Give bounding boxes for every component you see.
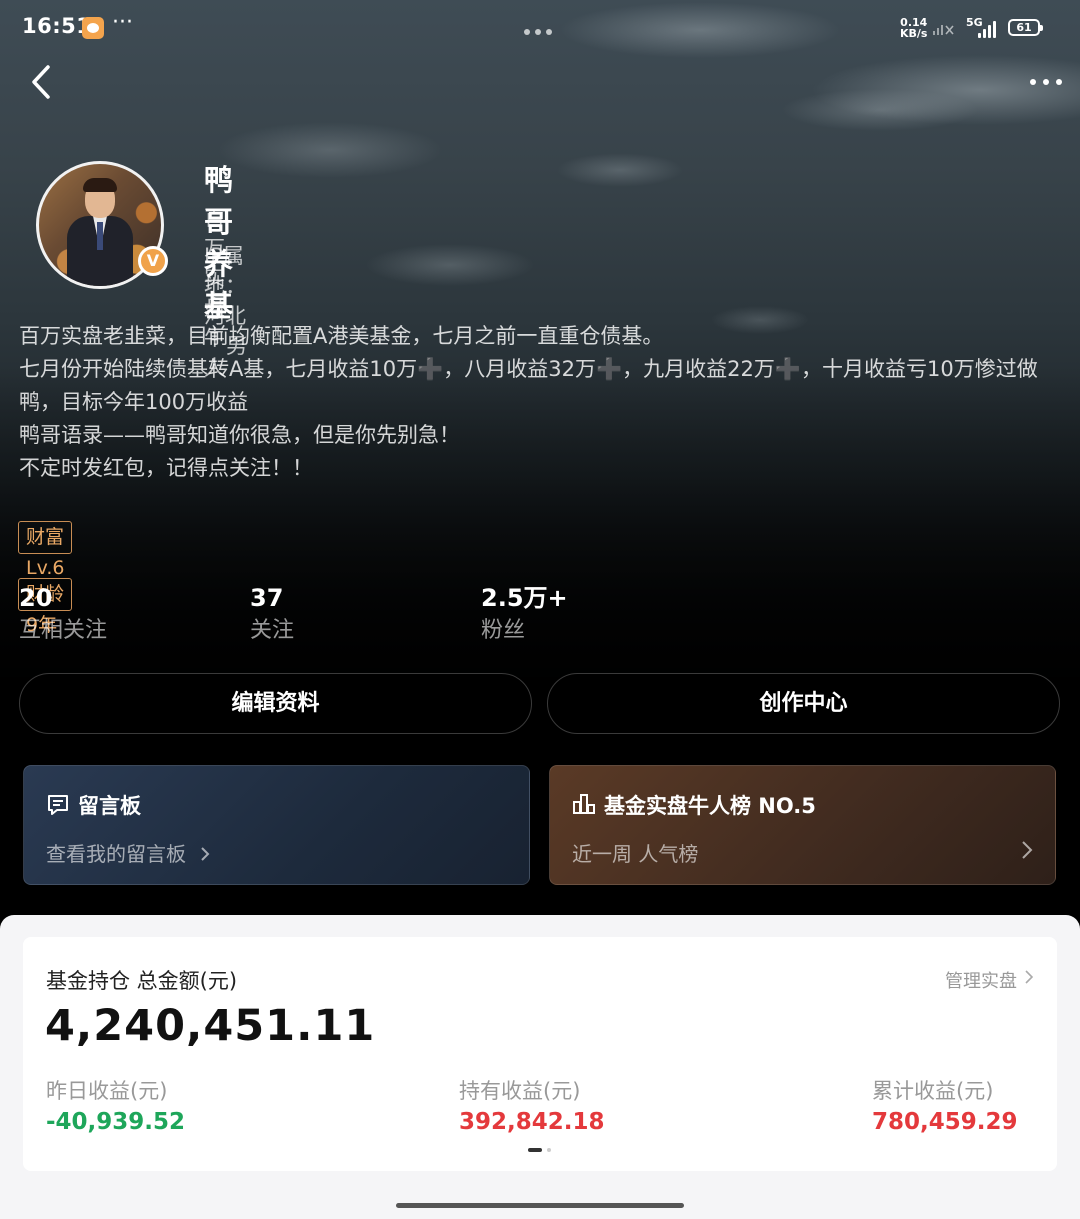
fund-holdings-title: 基金持仓 总金额(元) <box>46 969 238 993</box>
creator-center-button[interactable]: 创作中心 <box>547 673 1060 734</box>
status-bar: 16:51 ··· 0.14 KB/s 5G 61 <box>0 0 1080 56</box>
holding-profit: 持有收益(元) 392,842.18 <box>459 1077 605 1139</box>
page-indicator-dots-icon <box>524 20 558 35</box>
yesterday-profit-value: -40,939.52 <box>46 1109 186 1135</box>
ranking-subtitle: 近一周 人气榜 <box>572 842 699 866</box>
chevron-right-icon <box>201 847 210 861</box>
ip-location-text: IP属地：河北 <box>204 244 246 328</box>
profile-bio: 百万实盘老韭菜，目前均衡配置A港美基金，七月之前一直重仓债基。 七月份开始陆续债… <box>19 320 1069 485</box>
profile-stats: 20 互相关注 37 关注 2.5万+ 粉丝 <box>19 583 1069 653</box>
message-board-title: 留言板 <box>78 794 141 818</box>
stat-label: 粉丝 <box>481 618 526 643</box>
stat-followers[interactable]: 2.5万+ 粉丝 <box>481 583 568 649</box>
stat-number: 2.5万+ <box>481 584 568 612</box>
chevron-right-icon <box>1025 970 1033 984</box>
chevron-left-icon <box>32 65 50 99</box>
more-horizontal-icon <box>1030 79 1036 85</box>
cumulative-profit: 累计收益(元) 780,459.29 <box>872 1077 1018 1139</box>
stat-label: 关注 <box>250 618 295 643</box>
network-speed-unit: KB/s <box>900 27 928 40</box>
carousel-pager <box>528 1147 558 1153</box>
home-indicator[interactable] <box>396 1203 684 1208</box>
stat-following[interactable]: 37 关注 <box>250 583 294 649</box>
more-options-button[interactable] <box>1024 66 1068 96</box>
cumulative-profit-value: 780,459.29 <box>872 1109 1018 1135</box>
ranking-title: 基金实盘牛人榜 NO.5 <box>604 794 816 818</box>
stat-mutual-follow[interactable]: 20 互相关注 <box>19 583 107 649</box>
stat-number: 20 <box>19 584 53 612</box>
signal-icon <box>978 20 1002 38</box>
message-board-card[interactable]: 留言板 查看我的留言板 <box>23 765 530 885</box>
fund-total-amount: 4,240,451.11 <box>45 1001 376 1051</box>
bio-line: 七月份开始陆续债基转A基，七月收益10万➕，八月收益32万➕，九月收益22万➕，… <box>19 357 1038 414</box>
yesterday-profit: 昨日收益(元) -40,939.52 <box>46 1077 185 1139</box>
message-board-icon <box>48 795 68 815</box>
chevron-right-icon <box>1022 841 1033 859</box>
verified-badge-icon: V <box>138 246 168 276</box>
wifi-off-icon <box>933 25 954 35</box>
battery-icon: 61 <box>1008 19 1043 36</box>
pager-dot <box>547 1148 551 1152</box>
more-dots-icon: ··· <box>112 10 133 35</box>
ranking-card[interactable]: 基金实盘牛人榜 NO.5 近一周 人气榜 <box>549 765 1056 885</box>
pager-dot-active <box>528 1148 542 1152</box>
message-board-subtitle-text: 查看我的留言板 <box>46 842 186 866</box>
manage-holdings-link[interactable]: 管理实盘 <box>945 967 1017 993</box>
app-notification-icon <box>82 17 104 39</box>
yesterday-profit-label: 昨日收益(元) <box>46 1079 168 1103</box>
stat-number: 37 <box>250 584 284 612</box>
status-time: 16:51 <box>22 14 92 38</box>
holding-profit-value: 392,842.18 <box>459 1109 605 1135</box>
bio-line: 鸭哥语录——鸭哥知道你很急，但是你先别急！ <box>19 423 460 447</box>
back-button[interactable] <box>22 62 62 102</box>
wealth-level-tag[interactable]: 财富Lv.6 <box>18 521 73 579</box>
network-speed: 0.14 KB/s <box>900 17 927 39</box>
fund-holdings-card[interactable]: 基金持仓 总金额(元) 管理实盘 4,240,451.11 昨日收益(元) -4… <box>23 937 1057 1171</box>
bar-chart-icon <box>573 794 595 814</box>
bio-line: 百万实盘老韭菜，目前均衡配置A港美基金，七月之前一直重仓债基。 <box>19 324 664 348</box>
cumulative-profit-label: 累计收益(元) <box>872 1079 994 1103</box>
edit-profile-button[interactable]: 编辑资料 <box>19 673 532 734</box>
bio-line: 不定时发红包，记得点关注！！ <box>19 456 313 480</box>
holding-profit-label: 持有收益(元) <box>459 1079 581 1103</box>
message-board-subtitle: 查看我的留言板 <box>46 838 212 867</box>
stat-label: 互相关注 <box>19 618 108 643</box>
